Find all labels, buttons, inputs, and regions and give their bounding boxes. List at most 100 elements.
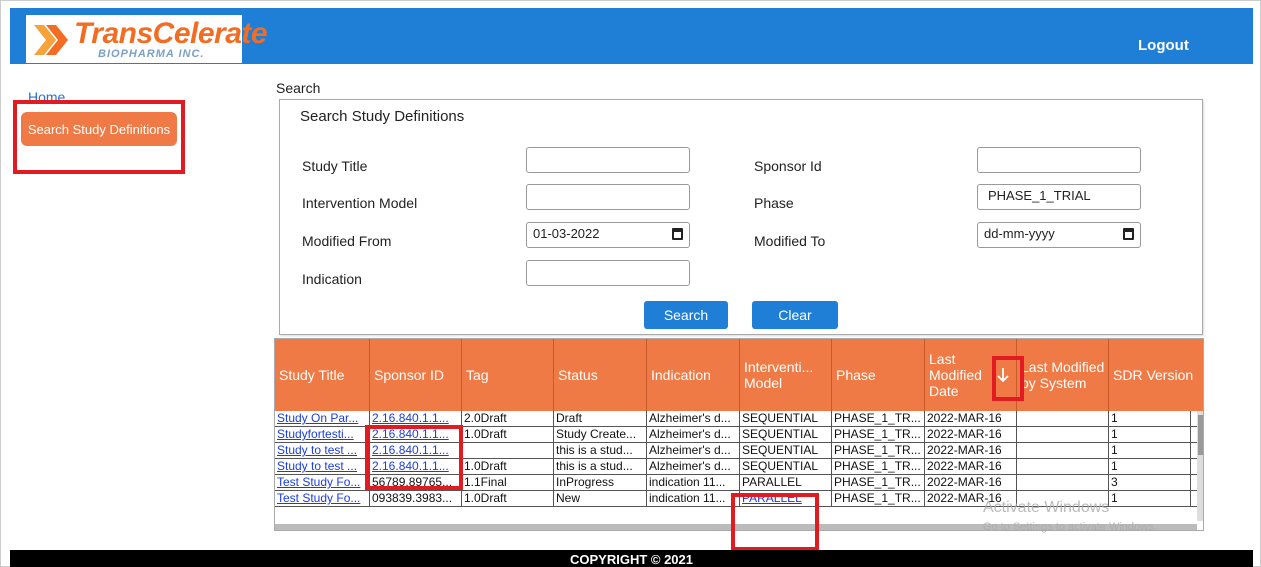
vertical-scrollbar-thumb[interactable] <box>1198 415 1203 455</box>
cell-last-modified-by-system <box>1017 411 1109 427</box>
study-title-input[interactable] <box>526 147 690 173</box>
cell-study-title[interactable]: Test Study Fo... <box>275 475 370 491</box>
cell-intervention-model: SEQUENTIAL <box>740 443 832 459</box>
cell-tag <box>462 443 554 459</box>
cell-last-modified-by-system <box>1017 427 1109 443</box>
cell-sdr-version: 1 <box>1109 459 1191 475</box>
cell-tag: 1.1Final <box>462 475 554 491</box>
cell-indication: Alzheimer's d... <box>647 411 740 427</box>
cell-phase: PHASE_1_TR... <box>832 427 925 443</box>
cell-phase: PHASE_1_TR... <box>832 459 925 475</box>
cell-last-modified-by-system <box>1017 475 1109 491</box>
modified-from-label: Modified From <box>302 233 392 249</box>
cell-intervention-model: PARALLEL <box>740 475 832 491</box>
app-window: TransCelerate BIOPHARMA INC. Logout Home… <box>0 0 1261 567</box>
modified-to-label: Modified To <box>754 233 826 249</box>
top-header: TransCelerate BIOPHARMA INC. Logout <box>10 8 1253 64</box>
clear-button[interactable]: Clear <box>752 301 838 329</box>
calendar-icon[interactable] <box>672 228 683 240</box>
cell-study-title[interactable]: Studyfortesti... <box>275 427 370 443</box>
phase-input[interactable]: PHASE_1_TRIAL <box>977 184 1141 210</box>
cell-last-modified-date: 2022-MAR-16 <box>925 411 1017 427</box>
indication-label: Indication <box>302 271 362 287</box>
modified-to-placeholder: dd-mm-yyyy <box>984 226 1055 241</box>
cell-indication: Alzheimer's d... <box>647 459 740 475</box>
sponsor-id-label: Sponsor Id <box>754 158 822 174</box>
cell-status: this is a stud... <box>554 459 647 475</box>
chevron-logo-icon <box>34 25 68 55</box>
intervention-model-label: Intervention Model <box>302 195 418 211</box>
cell-phase: PHASE_1_TR... <box>832 411 925 427</box>
sponsor-id-input[interactable] <box>977 147 1141 173</box>
cell-tag: 1.0Draft <box>462 459 554 475</box>
cell-intervention-model: SEQUENTIAL <box>740 459 832 475</box>
footer-copyright: COPYRIGHT © 2021 <box>10 550 1253 567</box>
cell-tag: 2.0Draft <box>462 411 554 427</box>
highlight-box-parallel <box>731 493 819 551</box>
cell-sdr-version: 1 <box>1109 411 1191 427</box>
column-header-tag[interactable]: Tag <box>462 339 554 411</box>
cell-last-modified-date: 2022-MAR-16 <box>925 475 1017 491</box>
activate-windows-watermark: Activate Windows <box>983 499 1110 516</box>
cell-status: InProgress <box>554 475 647 491</box>
search-panel-title: Search Study Definitions <box>300 108 465 125</box>
cell-study-title[interactable]: Study On Par... <box>275 411 370 427</box>
table-header: Study Title Sponsor ID Tag Status Indica… <box>275 339 1203 411</box>
column-header-sdr-version[interactable]: SDR Version <box>1109 339 1199 411</box>
calendar-icon[interactable] <box>1123 228 1134 240</box>
study-title-label: Study Title <box>302 158 368 174</box>
cell-status: this is a stud... <box>554 443 647 459</box>
column-header-indication[interactable]: Indication <box>647 339 740 411</box>
cell-indication: Alzheimer's d... <box>647 443 740 459</box>
cell-tag: 1.0Draft <box>462 491 554 507</box>
highlight-box-sort-icon <box>992 356 1024 401</box>
cell-phase: PHASE_1_TR... <box>832 491 925 507</box>
column-header-study-title[interactable]: Study Title <box>275 339 370 411</box>
logout-link[interactable]: Logout <box>1138 37 1189 54</box>
column-header-phase[interactable]: Phase <box>832 339 925 411</box>
cell-indication: Alzheimer's d... <box>647 427 740 443</box>
search-button[interactable]: Search <box>644 301 728 329</box>
search-panel: Search Study Definitions Study Title Int… <box>279 99 1203 335</box>
column-header-status[interactable]: Status <box>554 339 647 411</box>
cell-indication: indication 11... <box>647 475 740 491</box>
activate-windows-subtext: Go to Settings to activate Windows. <box>983 521 1157 533</box>
cell-phase: PHASE_1_TR... <box>832 475 925 491</box>
cell-study-title[interactable]: Study to test ... <box>275 459 370 475</box>
cell-last-modified-date: 2022-MAR-16 <box>925 427 1017 443</box>
cell-status: Draft <box>554 411 647 427</box>
modified-from-date-input[interactable]: 01-03-2022 <box>526 222 690 248</box>
modified-to-date-input[interactable]: dd-mm-yyyy <box>977 222 1141 248</box>
cell-last-modified-by-system <box>1017 459 1109 475</box>
transcelerate-logo[interactable]: TransCelerate BIOPHARMA INC. <box>26 15 268 63</box>
cell-sdr-version: 3 <box>1109 475 1191 491</box>
cell-sdr-version: 1 <box>1109 491 1191 507</box>
cell-intervention-model: SEQUENTIAL <box>740 411 832 427</box>
modified-from-value: 01-03-2022 <box>533 226 600 241</box>
cell-sdr-version: 1 <box>1109 427 1191 443</box>
highlight-box-sponsor-ids <box>365 425 463 490</box>
logo-subtext: BIOPHARMA INC. <box>98 48 205 60</box>
cell-intervention-model: SEQUENTIAL <box>740 427 832 443</box>
cell-phase: PHASE_1_TR... <box>832 443 925 459</box>
cell-study-title[interactable]: Test Study Fo... <box>275 491 370 507</box>
highlight-box-sidebar <box>13 100 185 174</box>
cell-study-title[interactable]: Study to test ... <box>275 443 370 459</box>
logo-text: TransCelerate <box>74 17 268 50</box>
phase-label: Phase <box>754 195 794 211</box>
cell-last-modified-date: 2022-MAR-16 <box>925 443 1017 459</box>
cell-status: Study Create... <box>554 427 647 443</box>
column-header-sponsor-id[interactable]: Sponsor ID <box>370 339 462 411</box>
column-header-last-modified-by-system[interactable]: Last Modified by System <box>1017 339 1109 411</box>
cell-status: New <box>554 491 647 507</box>
breadcrumb: Search <box>276 80 321 96</box>
indication-input[interactable] <box>526 260 690 286</box>
cell-tag: 1.0Draft <box>462 427 554 443</box>
cell-sponsor-id: 093839.3983... <box>370 491 462 507</box>
cell-last-modified-by-system <box>1017 443 1109 459</box>
column-header-intervention-model[interactable]: Interventi... Model <box>740 339 832 411</box>
cell-sdr-version: 1 <box>1109 443 1191 459</box>
intervention-model-input[interactable] <box>526 184 690 210</box>
cell-indication: indication 11... <box>647 491 740 507</box>
cell-last-modified-date: 2022-MAR-16 <box>925 459 1017 475</box>
